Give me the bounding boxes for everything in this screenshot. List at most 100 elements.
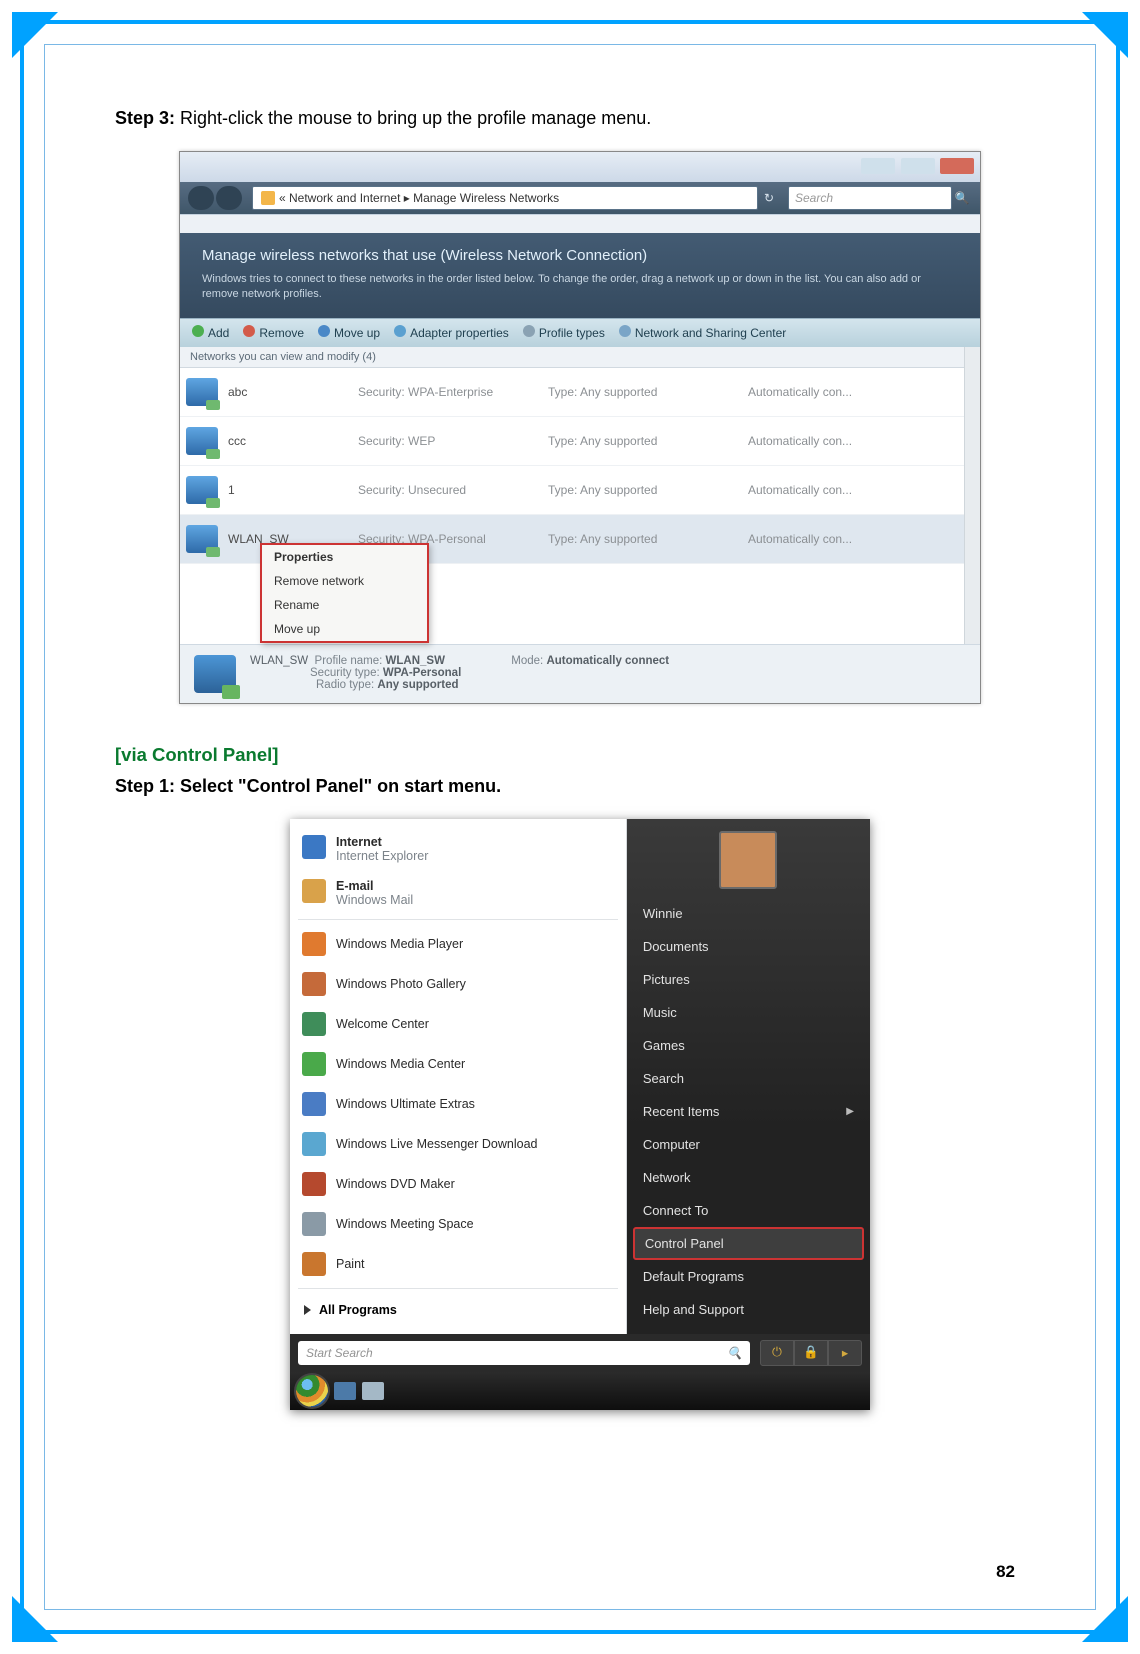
network-security: Security: Unsecured <box>358 483 548 497</box>
detail-sec-label: Security type: <box>310 667 380 679</box>
network-security: Security: WPA-Enterprise <box>358 385 548 399</box>
header-title: Manage wireless networks that use (Wirel… <box>202 247 958 264</box>
start-item[interactable]: Paint <box>290 1244 626 1284</box>
help-icon[interactable] <box>952 327 964 339</box>
right-item[interactable]: Search <box>627 1062 870 1095</box>
network-row[interactable]: 1 Security: Unsecured Type: Any supporte… <box>180 466 964 515</box>
detail-radio-val: Any supported <box>377 679 458 691</box>
moveup-button[interactable]: Move up <box>318 325 380 340</box>
program-icon <box>302 1252 326 1276</box>
network-row[interactable]: abc Security: WPA-Enterprise Type: Any s… <box>180 368 964 417</box>
taskbar-icon[interactable] <box>334 1382 356 1400</box>
network-icon <box>186 378 218 406</box>
maximize-button[interactable] <box>901 158 935 174</box>
detail-mode-label: Mode: <box>511 655 543 667</box>
refresh-button[interactable]: ↻ <box>758 191 780 205</box>
network-auto: Automatically con... <box>748 434 954 448</box>
ctx-remove[interactable]: Remove network <box>262 569 427 593</box>
control-panel-item[interactable]: Control Panel <box>633 1227 864 1260</box>
right-item[interactable]: Music <box>627 996 870 1029</box>
right-item[interactable]: Help and Support <box>627 1293 870 1326</box>
right-item[interactable]: Games <box>627 1029 870 1062</box>
right-item[interactable]: Connect To <box>627 1194 870 1227</box>
shutdown-menu-button[interactable]: ▸ <box>828 1340 862 1366</box>
program-icon <box>302 1092 326 1116</box>
minimize-button[interactable] <box>861 158 895 174</box>
start-item-email[interactable]: E-mail Windows Mail <box>290 871 626 915</box>
start-item[interactable]: Windows DVD Maker <box>290 1164 626 1204</box>
start-item[interactable]: Windows Meeting Space <box>290 1204 626 1244</box>
section-via-control-panel: [via Control Panel] <box>115 744 1045 766</box>
detail-sec-val: WPA-Personal <box>383 667 461 679</box>
detail-profile-val: WLAN_SW <box>386 655 445 667</box>
taskbar <box>290 1372 870 1410</box>
detail-profile-label: Profile name: <box>315 655 383 667</box>
start-item[interactable]: Windows Ultimate Extras <box>290 1084 626 1124</box>
sharing-button[interactable]: Network and Sharing Center <box>619 325 786 340</box>
back-button[interactable] <box>188 186 214 210</box>
step1-cp-line: Step 1: Select "Control Panel" on start … <box>115 776 1045 797</box>
right-item[interactable]: Documents <box>627 930 870 963</box>
right-item[interactable]: Default Programs <box>627 1260 870 1293</box>
ctx-moveup[interactable]: Move up <box>262 617 427 641</box>
start-item-internet[interactable]: Internet Internet Explorer <box>290 827 626 871</box>
triangle-icon <box>304 1305 311 1315</box>
start-item[interactable]: Welcome Center <box>290 1004 626 1044</box>
add-button[interactable]: Add <box>192 325 229 340</box>
adapter-button[interactable]: Adapter properties <box>394 325 509 340</box>
power-buttons: ⏻ 🔒 ▸ <box>760 1340 862 1366</box>
network-type: Type: Any supported <box>548 385 748 399</box>
ctx-rename[interactable]: Rename <box>262 593 427 617</box>
page-number: 82 <box>996 1562 1015 1582</box>
header-block: Manage wireless networks that use (Wirel… <box>180 233 980 318</box>
network-type: Type: Any supported <box>548 532 748 546</box>
start-menu-left: Internet Internet Explorer E-mail Window… <box>290 819 627 1334</box>
start-search-input[interactable]: Start Search 🔍 <box>298 1341 750 1365</box>
program-icon <box>302 1012 326 1036</box>
right-item[interactable]: Pictures <box>627 963 870 996</box>
remove-button[interactable]: Remove <box>243 325 304 340</box>
close-button[interactable] <box>940 158 974 174</box>
right-item[interactable]: Network <box>627 1161 870 1194</box>
scrollbar[interactable] <box>964 347 980 644</box>
profile-button[interactable]: Profile types <box>523 325 605 340</box>
search-input[interactable]: Search <box>788 186 952 210</box>
step1-cp-label: Step 1: Select "Control Panel" on start … <box>115 776 501 796</box>
start-item[interactable]: Windows Media Center <box>290 1044 626 1084</box>
taskbar-icon[interactable] <box>362 1382 384 1400</box>
start-item[interactable]: Windows Media Player <box>290 924 626 964</box>
network-row[interactable]: ccc Security: WEP Type: Any supported Au… <box>180 417 964 466</box>
start-item[interactable]: Windows Live Messenger Download <box>290 1124 626 1164</box>
forward-button[interactable] <box>216 186 242 210</box>
network-name: 1 <box>228 483 358 497</box>
screenshot-start-menu: Internet Internet Explorer E-mail Window… <box>290 819 870 1410</box>
network-type: Type: Any supported <box>548 434 748 448</box>
all-programs[interactable]: All Programs <box>290 1293 626 1327</box>
program-icon <box>302 1172 326 1196</box>
start-orb[interactable] <box>296 1375 328 1407</box>
lock-button[interactable]: 🔒 <box>794 1340 828 1366</box>
nav-arrows <box>188 186 242 210</box>
start-menu-bottom: Start Search 🔍 ⏻ 🔒 ▸ <box>290 1334 870 1372</box>
detail-bar: WLAN_SW Profile name: WLAN_SW Security t… <box>180 644 980 703</box>
right-item[interactable]: Computer <box>627 1128 870 1161</box>
start-item[interactable]: Windows Photo Gallery <box>290 964 626 1004</box>
network-icon <box>186 427 218 455</box>
right-item-recent[interactable]: Recent Items▶ <box>627 1095 870 1128</box>
program-icon <box>302 1212 326 1236</box>
address-field[interactable]: « Network and Internet ▸ Manage Wireless… <box>252 186 758 210</box>
separator <box>298 919 618 920</box>
context-menu: Properties Remove network Rename Move up <box>260 543 429 643</box>
ribbon-spacer <box>180 214 980 233</box>
program-icon <box>302 1052 326 1076</box>
network-icon <box>186 476 218 504</box>
user-avatar[interactable] <box>719 831 777 889</box>
header-description: Windows tries to connect to these networ… <box>202 272 922 302</box>
search-icon: 🔍 <box>727 1346 742 1360</box>
network-list: abc Security: WPA-Enterprise Type: Any s… <box>180 368 964 644</box>
network-name: ccc <box>228 434 358 448</box>
power-button[interactable]: ⏻ <box>760 1340 794 1366</box>
detail-radio-label: Radio type: <box>316 679 374 691</box>
user-name[interactable]: Winnie <box>627 897 870 930</box>
ctx-properties[interactable]: Properties <box>262 545 427 569</box>
